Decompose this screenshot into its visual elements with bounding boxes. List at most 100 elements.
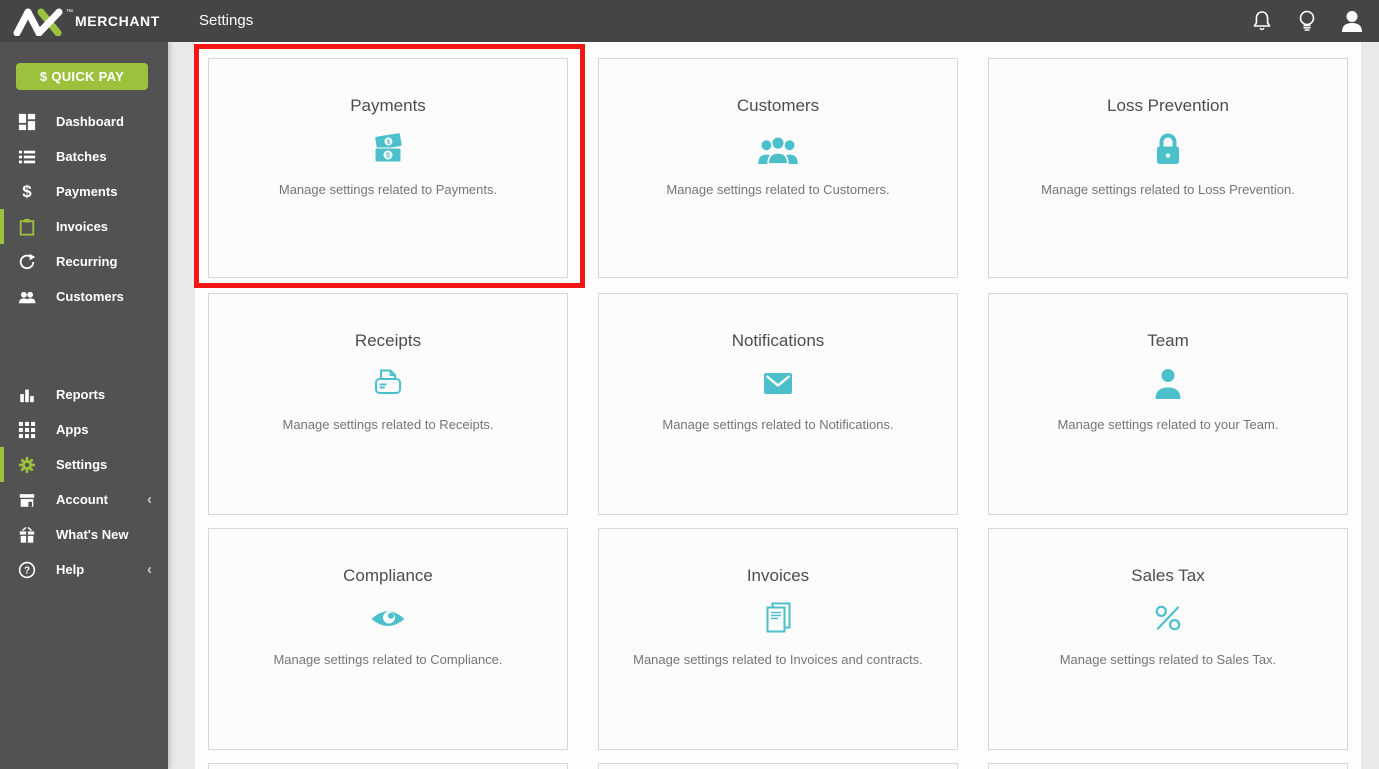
active-indicator: [0, 244, 4, 279]
top-bar: ™ MERCHANT Settings: [0, 0, 1379, 42]
sidebar-item-label: Apps: [56, 422, 89, 437]
settings-card-invoices[interactable]: Invoices Manage settings related to Invo…: [598, 528, 958, 750]
content-area: Payments $ $ Manage settings related to …: [168, 42, 1379, 769]
user-avatar-icon[interactable]: [1339, 8, 1365, 34]
active-indicator: [0, 209, 4, 244]
sidebar-item-help[interactable]: ? Help ‹: [0, 552, 168, 587]
card-title: Loss Prevention: [1107, 96, 1229, 115]
person-icon: [989, 364, 1347, 402]
storefront-icon: [17, 490, 37, 510]
sidebar-item-invoices[interactable]: Invoices: [0, 209, 168, 244]
sidebar-item-label: Recurring: [56, 254, 118, 269]
gear-icon: [17, 455, 37, 475]
sidebar-item-label: Batches: [56, 149, 107, 164]
settings-card-partial[interactable]: [208, 763, 568, 769]
clipboard-icon: [17, 217, 37, 237]
settings-card-customers[interactable]: Customers Manage settings related to Cus…: [598, 58, 958, 278]
sidebar-item-label: What's New: [56, 527, 129, 542]
settings-card-loss-prevention[interactable]: Loss Prevention Manage settings related …: [988, 58, 1348, 278]
svg-text:$: $: [386, 153, 390, 160]
active-indicator: [0, 517, 4, 552]
card-title: Sales Tax: [1131, 566, 1205, 585]
card-title: Invoices: [746, 566, 810, 585]
card-description: Manage settings related to Customers.: [666, 182, 890, 197]
card-title: Receipts: [354, 331, 422, 350]
active-indicator: [0, 279, 4, 314]
active-indicator: [0, 447, 4, 482]
sidebar-item-label: Customers: [56, 289, 124, 304]
settings-card-notifications[interactable]: Notifications Manage settings related to…: [598, 293, 958, 515]
settings-card-payments[interactable]: Payments $ $ Manage settings related to …: [208, 58, 568, 278]
mx-logo-icon: [13, 8, 63, 36]
card-title: Compliance: [343, 566, 433, 585]
active-indicator: [0, 139, 4, 174]
settings-card-sales-tax[interactable]: Sales Tax Manage settings related to Sal…: [988, 528, 1348, 750]
settings-card-partial[interactable]: [988, 763, 1348, 769]
active-indicator: [0, 482, 4, 517]
sidebar-item-label: Payments: [56, 184, 118, 199]
active-indicator: [0, 174, 4, 209]
settings-panel: Payments $ $ Manage settings related to …: [195, 42, 1361, 769]
sidebar-item-label: Account: [56, 492, 108, 507]
settings-card-receipts[interactable]: Receipts Manage settings related to Rece…: [208, 293, 568, 515]
sidebar-item-label: Dashboard: [56, 114, 124, 129]
sidebar-item-dashboard[interactable]: Dashboard: [0, 104, 168, 139]
settings-card-partial[interactable]: [598, 763, 958, 769]
chevron-left-icon: ‹: [147, 561, 152, 578]
dollar-icon: $: [22, 181, 32, 201]
active-indicator: [0, 377, 4, 412]
sidebar-item-payments[interactable]: $ Payments: [0, 174, 168, 209]
sidebar-item-reports[interactable]: Reports: [0, 377, 168, 412]
dashboard-icon: [17, 112, 37, 132]
lock-icon: [989, 129, 1347, 167]
sidebar-item-label: Reports: [56, 387, 106, 402]
help-icon: ?: [17, 560, 37, 580]
printer-icon: [209, 364, 567, 402]
card-title: Notifications: [731, 331, 825, 350]
sidebar-item-apps[interactable]: Apps: [0, 412, 168, 447]
mx-merchant-logo[interactable]: ™ MERCHANT: [0, 6, 168, 36]
lightbulb-icon[interactable]: [1294, 8, 1320, 34]
documents-icon: [599, 599, 957, 637]
chevron-left-icon: ‹: [147, 491, 152, 508]
quick-pay-button[interactable]: $ QUICK PAY: [16, 63, 148, 90]
card-description: Manage settings related to Payments.: [278, 182, 498, 197]
sidebar-item-label: Settings: [56, 457, 108, 472]
sidebar-item-label: Invoices: [56, 219, 109, 234]
sidebar-item-settings[interactable]: Settings: [0, 447, 168, 482]
bell-icon[interactable]: [1249, 8, 1275, 34]
brand-name: MERCHANT: [75, 13, 160, 29]
trademark-symbol: ™: [66, 8, 73, 16]
active-indicator: [0, 412, 4, 447]
card-title: Team: [1147, 331, 1189, 350]
percent-icon: [989, 599, 1347, 637]
sidebar-item-account[interactable]: Account ‹: [0, 482, 168, 517]
sidebar-item-batches[interactable]: Batches: [0, 139, 168, 174]
card-description: Manage settings related to your Team.: [1057, 417, 1279, 432]
active-indicator: [0, 552, 4, 587]
card-description: Manage settings related to Notifications…: [662, 417, 894, 432]
settings-card-team[interactable]: Team Manage settings related to your Tea…: [988, 293, 1348, 515]
sidebar-item-label: Help: [56, 562, 85, 577]
bar-chart-icon: [17, 385, 37, 405]
sidebar-item-recurring[interactable]: Recurring: [0, 244, 168, 279]
page-title: Settings: [199, 12, 254, 29]
card-title: Payments: [350, 96, 426, 115]
eye-icon: [209, 599, 567, 637]
settings-card-compliance[interactable]: Compliance Manage settings related to Co…: [208, 528, 568, 750]
active-indicator: [0, 104, 4, 139]
apps-grid-icon: [17, 420, 37, 440]
settings-card-grid: Payments $ $ Manage settings related to …: [195, 42, 1361, 769]
card-description: Manage settings related to Sales Tax.: [1059, 652, 1277, 667]
people-group-icon: [599, 129, 957, 167]
card-description: Manage settings related to Compliance.: [273, 652, 503, 667]
settings-page: ™ MERCHANT Settings $ QUICK PAY Dashboar…: [0, 0, 1379, 769]
people-icon: [17, 287, 37, 307]
sidebar-item-customers[interactable]: Customers: [0, 279, 168, 314]
topbar-icons: [1249, 0, 1365, 42]
envelope-icon: [599, 364, 957, 402]
sidebar-item-whats-new[interactable]: What's New: [0, 517, 168, 552]
svg-text:?: ?: [24, 565, 30, 576]
card-description: Manage settings related to Loss Preventi…: [1041, 182, 1295, 197]
